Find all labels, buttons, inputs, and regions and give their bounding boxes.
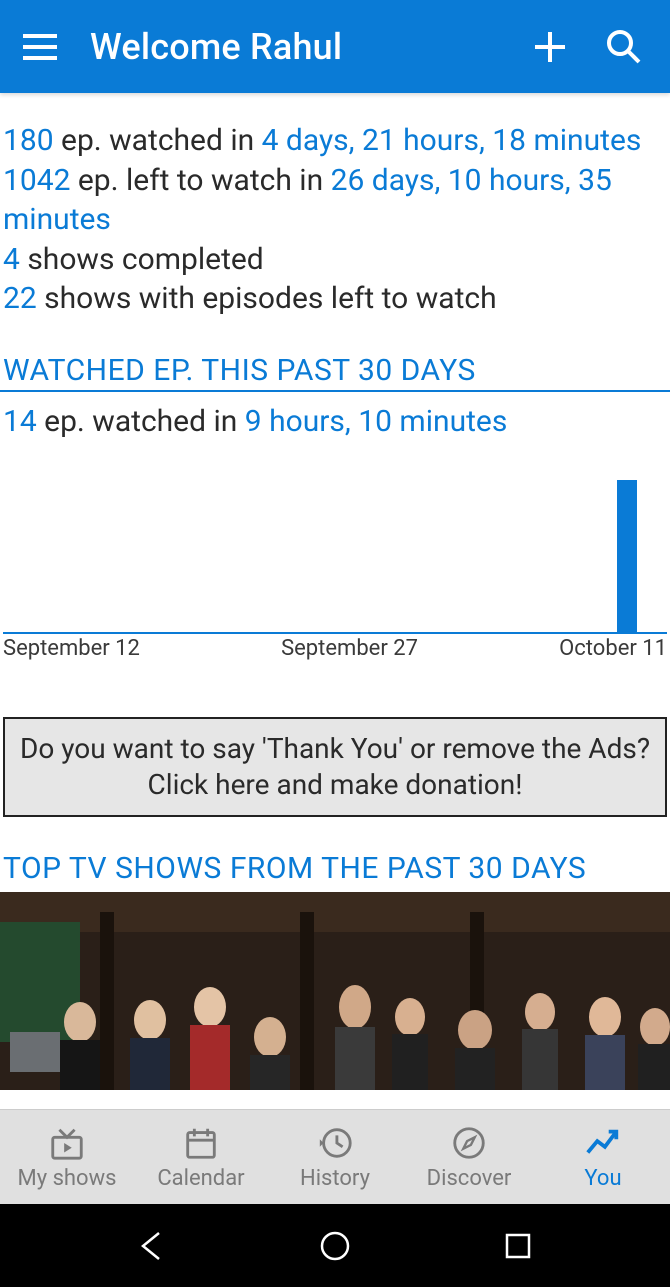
nav-my-shows[interactable]: My shows [0,1124,134,1191]
stat-left-label: ep. left to watch in [70,163,330,198]
search-button[interactable] [596,19,652,75]
bottom-nav: My shows Calendar History Discover You [0,1109,670,1204]
back-icon [135,1229,169,1263]
stat-completed-count: 4 [3,242,20,277]
show-banner-image [0,892,670,1090]
nav-label: History [300,1166,370,1191]
tv-icon [48,1124,86,1162]
system-home[interactable] [305,1216,365,1276]
nav-discover[interactable]: Discover [402,1124,536,1191]
stat-pending-label: shows with episodes left to watch [37,281,497,316]
trend-icon [584,1124,622,1162]
system-nav [0,1204,670,1287]
menu-button[interactable] [18,25,62,69]
calendar-icon [182,1124,220,1162]
donation-banner[interactable]: Do you want to say 'Thank You' or remove… [3,717,667,818]
nav-label: Discover [427,1166,512,1191]
stat30-count: 14 [3,404,37,439]
history-icon [316,1124,354,1162]
stat30-time: 9 hours, 10 minutes [245,404,508,439]
stat-left: 1042 ep. left to watch in 26 days, 10 ho… [3,161,667,240]
nav-label: You [584,1166,621,1191]
stat-watched: 180 ep. watched in 4 days, 21 hours, 18 … [3,121,667,161]
nav-history[interactable]: History [268,1124,402,1191]
stat-watched-label: ep. watched in [54,123,262,158]
system-back[interactable] [122,1216,182,1276]
nav-you[interactable]: You [536,1124,670,1191]
chart-bars [3,482,667,634]
nav-label: My shows [18,1166,117,1191]
hamburger-icon [23,34,57,60]
home-icon [318,1229,352,1263]
chart-label-end: October 11 [559,636,667,661]
system-recent[interactable] [488,1216,548,1276]
stat30-label: ep. watched in [37,404,245,439]
stats-30days: 14 ep. watched in 9 hours, 10 minutes [0,392,670,442]
stat-completed: 4 shows completed [3,240,667,280]
section-title-30days: WATCHED EP. THIS PAST 30 DAYS [0,353,670,392]
stat-watched-time: 4 days, 21 hours, 18 minutes [262,123,642,158]
watch-stats: 180 ep. watched in 4 days, 21 hours, 18 … [0,93,670,319]
nav-label: Calendar [157,1166,244,1191]
section-title-top-shows: TOP TV SHOWS FROM THE PAST 30 DAYS [0,851,670,888]
main-content: 180 ep. watched in 4 days, 21 hours, 18 … [0,93,670,1109]
nav-calendar[interactable]: Calendar [134,1124,268,1191]
compass-icon [450,1124,488,1162]
chart-label-mid: September 27 [281,636,418,661]
stat-pending-count: 22 [3,281,37,316]
stat-watched-count: 180 [3,123,54,158]
stat-completed-label: shows completed [20,242,264,277]
stat-left-count: 1042 [3,163,70,198]
app-bar: Welcome Rahul [0,0,670,93]
plus-icon [533,30,567,64]
recent-icon [503,1231,533,1261]
page-title: Welcome Rahul [90,26,522,68]
chart-30days: September 12 September 27 October 11 [0,442,670,661]
add-button[interactable] [522,19,578,75]
chart-x-labels: September 12 September 27 October 11 [3,634,667,661]
chart-label-start: September 12 [3,636,140,661]
stat-pending: 22 shows with episodes left to watch [3,279,667,319]
search-icon [605,28,643,66]
chart-bar [617,480,637,632]
top-show-banner[interactable] [0,892,670,1090]
